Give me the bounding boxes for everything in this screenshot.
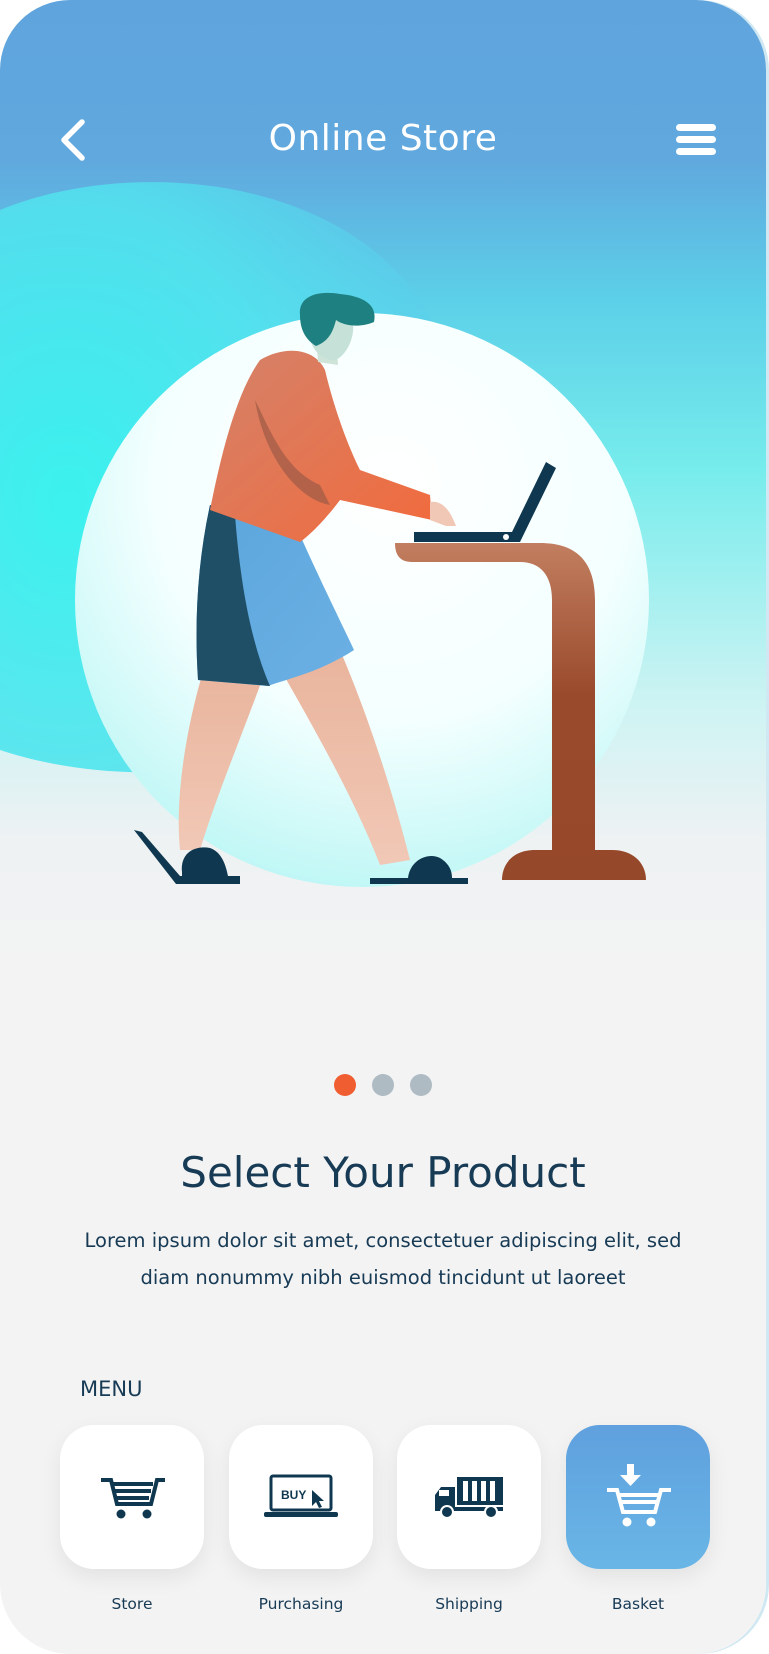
person-front-shoe [370,878,468,884]
person-back-shoe-top [181,847,228,876]
app-screen: Online Store Select Your Product Lorem i… [0,0,766,1654]
laptop-buy-icon: BUY [264,1474,338,1517]
menu-item-store: Store [60,1425,204,1613]
store-button[interactable] [60,1425,204,1569]
menu-button[interactable] [676,120,726,170]
purchasing-label: Purchasing [258,1595,344,1613]
buy-text: BUY [281,1488,306,1502]
menu-section-label: MENU [80,1377,143,1401]
store-label: Store [111,1595,153,1613]
basket-label: Basket [611,1595,665,1613]
carousel-indicator [0,1074,766,1096]
menu-item-purchasing: BUY Purchasing [229,1425,373,1613]
menu-item-basket: Basket [566,1425,710,1613]
shipping-button[interactable] [397,1425,541,1569]
carousel-dot-2[interactable] [372,1074,394,1096]
basket-button[interactable] [566,1425,710,1569]
cart-download-icon [607,1464,671,1527]
laptop-hinge [503,534,509,540]
top-app-bar: Online Store [0,0,766,200]
hamburger-menu-icon [676,124,716,155]
carousel-dot-3[interactable] [410,1074,432,1096]
description: Lorem ipsum dolor sit amet, consectetuer… [84,1229,682,1289]
hero-illustration [0,182,649,887]
purchasing-button[interactable]: BUY [229,1425,373,1569]
headline: Select Your Product [180,1148,586,1197]
menu-item-shipping: Shipping [397,1425,541,1613]
page-title: Online Store [268,118,498,159]
shopping-cart-icon [101,1478,165,1519]
delivery-truck-icon [435,1477,503,1519]
carousel-dot-1[interactable] [334,1074,356,1096]
shipping-label: Shipping [435,1595,503,1613]
